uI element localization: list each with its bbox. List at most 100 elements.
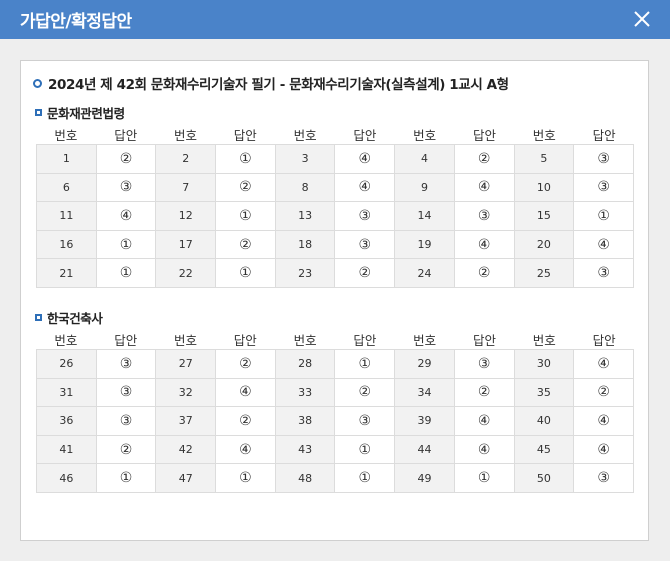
question-number: 16 [36,229,97,260]
table-row: 1②2①3④4②5③ [36,144,634,174]
answer-value: ② [453,144,515,174]
column-header-number: 번호 [54,128,78,143]
question-number: 10 [513,172,575,203]
answer-value: ④ [453,172,515,203]
answer-value: ③ [334,229,396,260]
question-number: 33 [274,377,336,408]
question-number: 14 [394,201,455,231]
answer-value: ④ [215,377,276,408]
answer-value: ④ [573,229,634,260]
answer-value: ④ [334,144,396,174]
column-header-row: 번호 답안 번호 답안 번호 답안 번호 답안 번호 답안 [36,127,634,144]
question-number: 19 [394,229,455,260]
answer-value: ③ [95,406,157,436]
answer-value: ② [453,258,515,288]
question-number: 31 [36,377,97,408]
question-number: 45 [513,434,575,465]
answer-value: ③ [573,172,634,203]
question-number: 26 [36,349,97,379]
answer-value: ③ [334,201,396,231]
answer-value: ③ [453,349,515,379]
column-header-answer: 답안 [233,333,257,348]
question-number: 40 [513,406,575,436]
table-row: 41 ② 42 ④ 43 ① 44 ④ 45 ④ [36,434,634,465]
table-row: 36 ③ 37 ② 38 ③ 39 ④ 40 ④ [36,406,634,436]
question-number: 7 [155,172,217,203]
answer-value: ② [215,172,276,203]
section-name: 문화재관련법령 [47,106,125,121]
column-header-answer: 답안 [592,128,616,143]
section-name: 한국건축사 [47,311,103,326]
answer-value: ② [334,377,396,408]
question-number: 21 [36,258,97,288]
answer-value: ③ [95,349,157,379]
question-number: 28 [274,349,336,379]
answer-value: ② [95,434,157,465]
answer-value: ① [573,201,634,231]
close-button[interactable] [632,9,652,29]
table-row: 21 ① 22 ① 23 ② 24 ② 25 ③ [36,258,634,288]
answer-value: ② [215,406,276,436]
answer-value: ① [95,463,157,493]
column-header-row: 번호 답안 번호 답안 번호 답안 번호 답안 번호 답안 [36,332,634,349]
table-row: 16 ① 17 ② 18 ③ 19 ④ 20 ④ [36,229,634,260]
column-header-number: 번호 [413,333,437,348]
answer-value: ② [334,258,396,288]
column-header-number: 번호 [293,128,317,143]
column-header-answer: 답안 [592,333,616,348]
table-row: 6 ③ 7 ② 8 ④ 9 ④ 10 ③ [36,172,634,203]
close-icon [634,11,650,27]
answer-value: ③ [453,201,515,231]
question-number: 8 [274,172,336,203]
answer-value: ④ [95,201,157,231]
answer-value: ① [334,463,396,493]
question-number: 42 [155,434,217,465]
column-header-answer: 답안 [233,128,257,143]
column-header-answer: 답안 [114,333,138,348]
question-number: 17 [155,229,217,260]
answer-value: ④ [573,406,634,436]
question-number: 15 [513,201,575,231]
exam-title: 2024년 제 42회 문화재수리기술자 필기 - 문화재수리기술자(실측설계)… [48,77,509,93]
question-number: 3 [274,144,336,174]
column-header-number: 번호 [54,333,78,348]
bullet-ring-icon [33,78,42,88]
answer-panel: 2024년 제 42회 문화재수리기술자 필기 - 문화재수리기술자(실측설계)… [20,60,649,541]
question-number: 5 [513,144,575,174]
answer-value: ① [95,258,157,288]
question-number: 27 [155,349,217,379]
question-number: 46 [36,463,97,493]
question-number: 24 [394,258,455,288]
answer-grid-1: 번호 답안 번호 답안 번호 답안 번호 답안 번호 답안 1 ② 2 ① 3 ④ 4 ② 5 ③ 6 ③ 7 ② 8 ④ 9 ④ 10… [36,127,634,288]
question-number: 49 [394,463,455,493]
dialog-title: 가답안/확정답안 [20,12,132,32]
answer-grid-2: 번호 답안 번호 답안 번호 답안 번호 답안 번호 답안 26 ③ 27 ② 28 ① 29 ③ 30 ④ 31 ③ 32… [36,332,634,493]
question-number: 20 [513,229,575,260]
answer-value: ④ [453,406,515,436]
dialog-titlebar: 가답안/확정답안 [0,0,670,39]
column-header-answer: 답안 [353,333,377,348]
question-number: 1 [36,144,97,174]
answer-value: ④ [453,434,515,465]
answer-value: ③ [573,144,634,174]
answer-value: ② [573,377,634,408]
question-number: 29 [394,349,455,379]
table-row: 11 ④ 12 ① 13 ③ 14 ③ 15 ① [36,201,634,231]
question-number: 13 [274,201,336,231]
answer-value: ③ [334,406,396,436]
answer-value: ④ [573,349,634,379]
answer-value: ② [215,229,276,260]
column-header-answer: 답안 [472,333,496,348]
question-number: 43 [274,434,336,465]
answer-value: ② [95,144,157,174]
column-header-number: 번호 [532,128,556,143]
column-header-number: 번호 [413,128,437,143]
answer-value: ④ [453,229,515,260]
question-number: 36 [36,406,97,436]
answer-value: ② [453,377,515,408]
question-number: 25 [513,258,575,288]
answer-value: ③ [95,377,157,408]
answer-value: ① [334,349,396,379]
answer-value: ① [215,144,276,174]
question-number: 11 [36,201,97,231]
